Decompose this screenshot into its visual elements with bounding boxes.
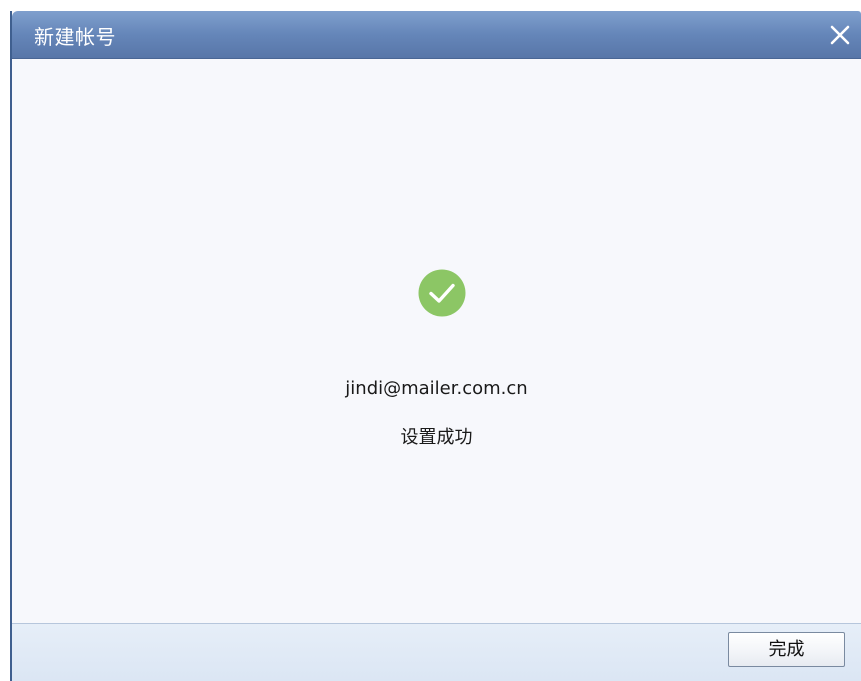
dialog-title: 新建帐号: [34, 25, 116, 49]
setup-success-message: 设置成功: [400, 427, 473, 448]
done-button[interactable]: 完成: [728, 632, 845, 667]
dialog-content: jindi@mailer.com.cn 设置成功: [12, 59, 861, 623]
success-check-icon: [418, 269, 466, 317]
account-email: jindi@mailer.com.cn: [345, 378, 528, 399]
new-account-dialog: 新建帐号 jindi@mailer.com.cn 设置成功 完成: [10, 11, 861, 681]
close-icon[interactable]: [828, 23, 852, 47]
dialog-titlebar[interactable]: 新建帐号: [12, 11, 861, 59]
dialog-footer: 完成: [12, 623, 861, 681]
